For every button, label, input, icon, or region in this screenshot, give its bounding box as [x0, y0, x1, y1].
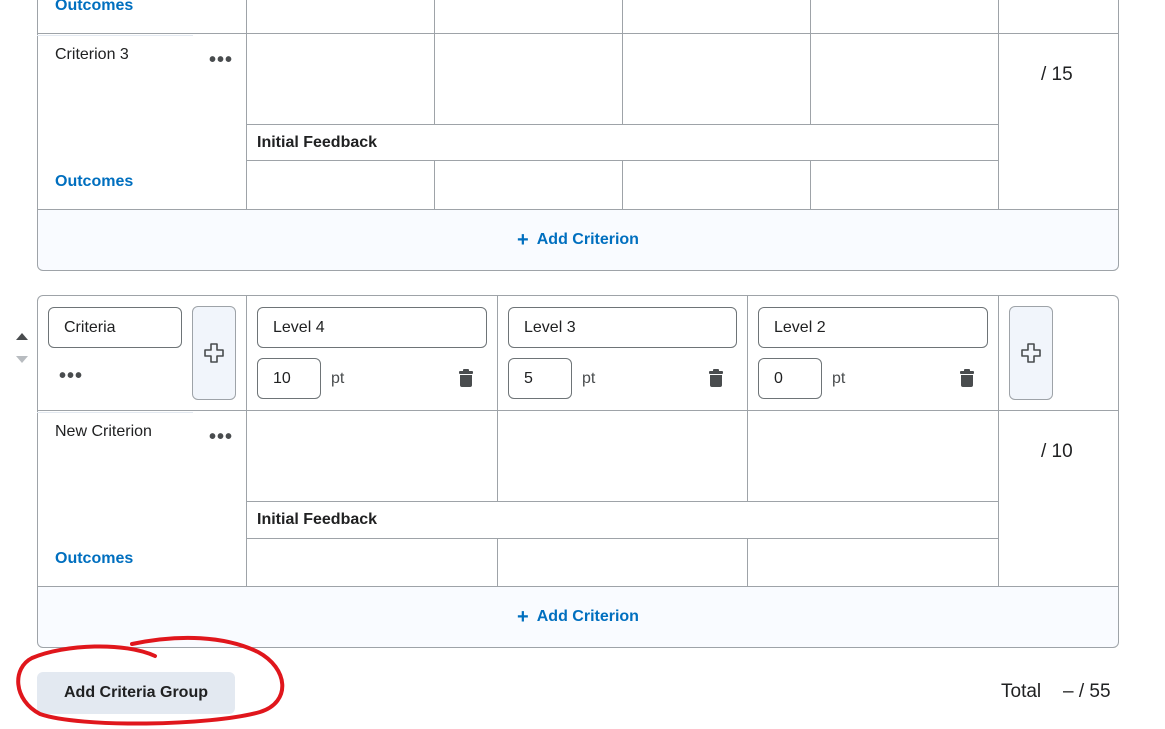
feedback-cell-divider: [622, 160, 623, 209]
level-cell-divider: [810, 33, 811, 124]
criterion-out-of: / 10: [1041, 441, 1073, 462]
annotation-circle: [16, 635, 285, 726]
row-divider-light: [37, 412, 193, 413]
level-cell-divider: [747, 410, 748, 501]
group1-col-divider: [246, 0, 247, 209]
group1-points-divider: [998, 0, 999, 209]
group2-points-divider: [998, 296, 999, 586]
group1-level-divider: [434, 0, 435, 33]
total-value: – / 55: [1063, 681, 1111, 702]
feedback-cell-divider: [434, 160, 435, 209]
level-cell-divider: [622, 33, 623, 124]
feedback-cell-divider: [810, 160, 811, 209]
group1-left-border: [37, 0, 38, 210]
row-divider-light: [37, 35, 193, 36]
level-4-name-input[interactable]: Level 4: [257, 307, 487, 348]
level-name-value: Level 2: [774, 318, 826, 336]
delete-level-4-icon[interactable]: [459, 369, 473, 387]
feedback-top-border: [246, 501, 999, 502]
header-row-divider: [37, 410, 1119, 411]
plus-outline-icon: [204, 343, 224, 363]
level-points-value: 10: [273, 369, 291, 387]
total-label: Total: [1001, 681, 1042, 702]
feedback-bottom-border: [246, 538, 999, 539]
level-name-value: Level 3: [524, 318, 576, 336]
outcomes-link[interactable]: Outcomes: [55, 550, 133, 568]
group-menu-button[interactable]: •••: [59, 366, 83, 386]
initial-feedback-label: Initial Feedback: [257, 134, 378, 151]
level-header-divider: [497, 296, 498, 410]
points-unit: pt: [582, 370, 596, 387]
level-header-divider: [747, 296, 748, 410]
criterion-menu-button[interactable]: •••: [209, 50, 233, 70]
level-2-points-input[interactable]: 0: [758, 358, 822, 399]
add-level-right-button[interactable]: [1009, 306, 1053, 400]
criterion-menu-button[interactable]: •••: [209, 427, 233, 447]
criterion-out-of: / 15: [1041, 64, 1073, 85]
plus-icon: +: [517, 605, 529, 628]
group1-level-divider: [810, 0, 811, 33]
criteria-header-value: Criteria: [64, 318, 116, 336]
add-criterion-label: Add Criterion: [536, 231, 639, 248]
criterion-name[interactable]: New Criterion: [55, 423, 152, 441]
level-3-points-input[interactable]: 5: [508, 358, 572, 399]
level-name-value: Level 4: [273, 318, 325, 336]
row-divider: [37, 33, 1119, 34]
add-criterion-button[interactable]: + Add Criterion: [37, 209, 1119, 271]
delete-level-3-icon[interactable]: [709, 369, 723, 387]
group1-right-border: [1118, 0, 1119, 210]
add-criterion-label: Add Criterion: [536, 608, 639, 625]
criteria-header-input[interactable]: Criteria: [48, 307, 182, 348]
add-level-left-button[interactable]: [192, 306, 236, 400]
level-cell-divider: [434, 33, 435, 124]
level-4-points-input[interactable]: 10: [257, 358, 321, 399]
level-points-value: 0: [774, 369, 783, 387]
criterion-name[interactable]: Criterion 3: [55, 46, 129, 64]
points-unit: pt: [832, 370, 846, 387]
move-down-icon[interactable]: [16, 356, 28, 364]
plus-icon: +: [517, 228, 529, 251]
feedback-top-border: [246, 124, 999, 125]
points-unit: pt: [331, 370, 345, 387]
level-2-name-input[interactable]: Level 2: [758, 307, 988, 348]
level-3-name-input[interactable]: Level 3: [508, 307, 737, 348]
group2-col-divider: [246, 296, 247, 586]
level-cell-divider: [497, 410, 498, 501]
move-up-icon[interactable]: [16, 333, 28, 341]
feedback-cell-divider: [747, 538, 748, 586]
outcomes-link[interactable]: Outcomes: [55, 173, 133, 191]
level-points-value: 5: [524, 369, 533, 387]
outcomes-link[interactable]: Outcomes: [55, 0, 133, 15]
delete-level-2-icon[interactable]: [960, 369, 974, 387]
group1-level-divider: [622, 0, 623, 33]
plus-outline-icon: [1021, 343, 1041, 363]
initial-feedback-label: Initial Feedback: [257, 511, 378, 528]
feedback-cell-divider: [497, 538, 498, 586]
